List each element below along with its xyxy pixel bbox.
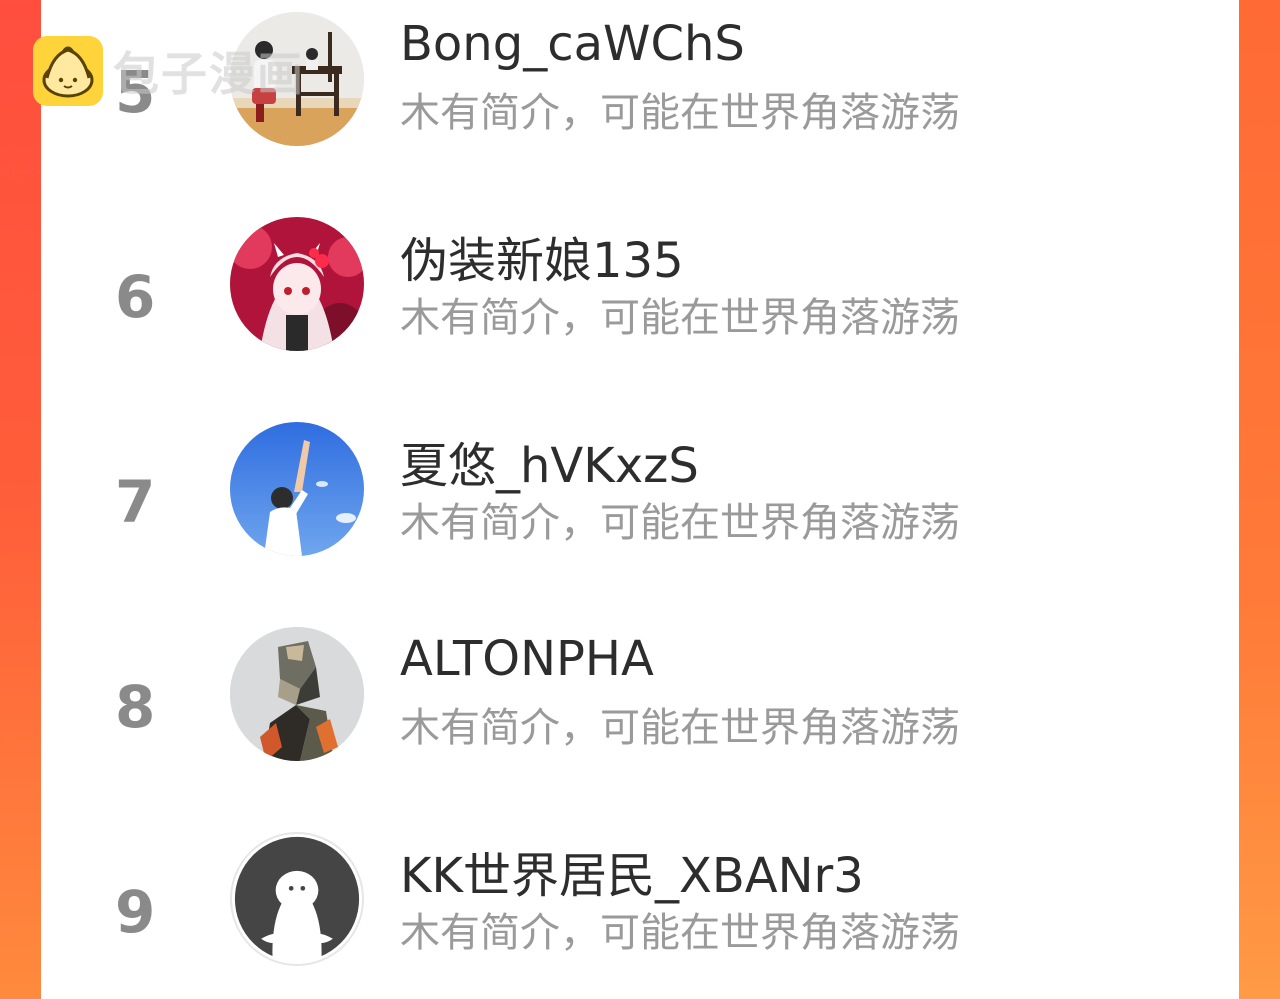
sky-reaching-person-avatar-icon <box>230 422 364 556</box>
rank-number: 7 <box>115 468 156 536</box>
list-item[interactable]: 9 KK世界居民_XBANr3 木有简介，可能在世界角落游荡 <box>41 818 1239 999</box>
right-edge-background <box>1238 0 1280 999</box>
user-name[interactable]: Bong_caWChS <box>400 16 745 72</box>
bun-mascot-icon <box>33 36 103 106</box>
user-avatar[interactable] <box>230 832 364 966</box>
user-name[interactable]: 夏悠_hVKxzS <box>400 426 699 496</box>
watermark: 包子漫画 <box>33 35 305 107</box>
list-item[interactable]: 6 伪装新娘135 木有简介，可能在世界角落游荡 <box>41 203 1239 408</box>
user-name[interactable]: ALTONPHA <box>400 631 654 687</box>
user-avatar[interactable] <box>230 627 364 761</box>
rank-number: 9 <box>115 878 156 946</box>
anime-girl-avatar-icon <box>230 217 364 351</box>
rank-number: 8 <box>115 673 156 741</box>
rank-number: 6 <box>115 263 156 331</box>
user-bio: 木有简介，可能在世界角落游荡 <box>400 90 960 136</box>
user-name[interactable]: 伪装新娘135 <box>400 221 684 291</box>
user-avatar[interactable] <box>230 217 364 351</box>
default-ghost-avatar-icon <box>234 836 360 964</box>
lowpoly-portrait-avatar-icon <box>230 627 364 761</box>
user-name[interactable]: KK世界居民_XBANr3 <box>400 836 864 906</box>
watermark-text: 包子漫画 <box>113 47 305 101</box>
user-bio: 木有简介，可能在世界角落游荡 <box>400 705 960 751</box>
list-item[interactable]: 7 夏悠_hVKxzS 木有简介，可能在世界角落游荡 <box>41 408 1239 613</box>
user-avatar[interactable] <box>230 422 364 556</box>
user-bio: 木有简介，可能在世界角落游荡 <box>400 500 960 546</box>
user-bio: 木有简介，可能在世界角落游荡 <box>400 910 960 956</box>
list-item[interactable]: 8 ALTONPHA 木有简介，可能在世界角落游荡 <box>41 613 1239 818</box>
user-bio: 木有简介，可能在世界角落游荡 <box>400 295 960 341</box>
